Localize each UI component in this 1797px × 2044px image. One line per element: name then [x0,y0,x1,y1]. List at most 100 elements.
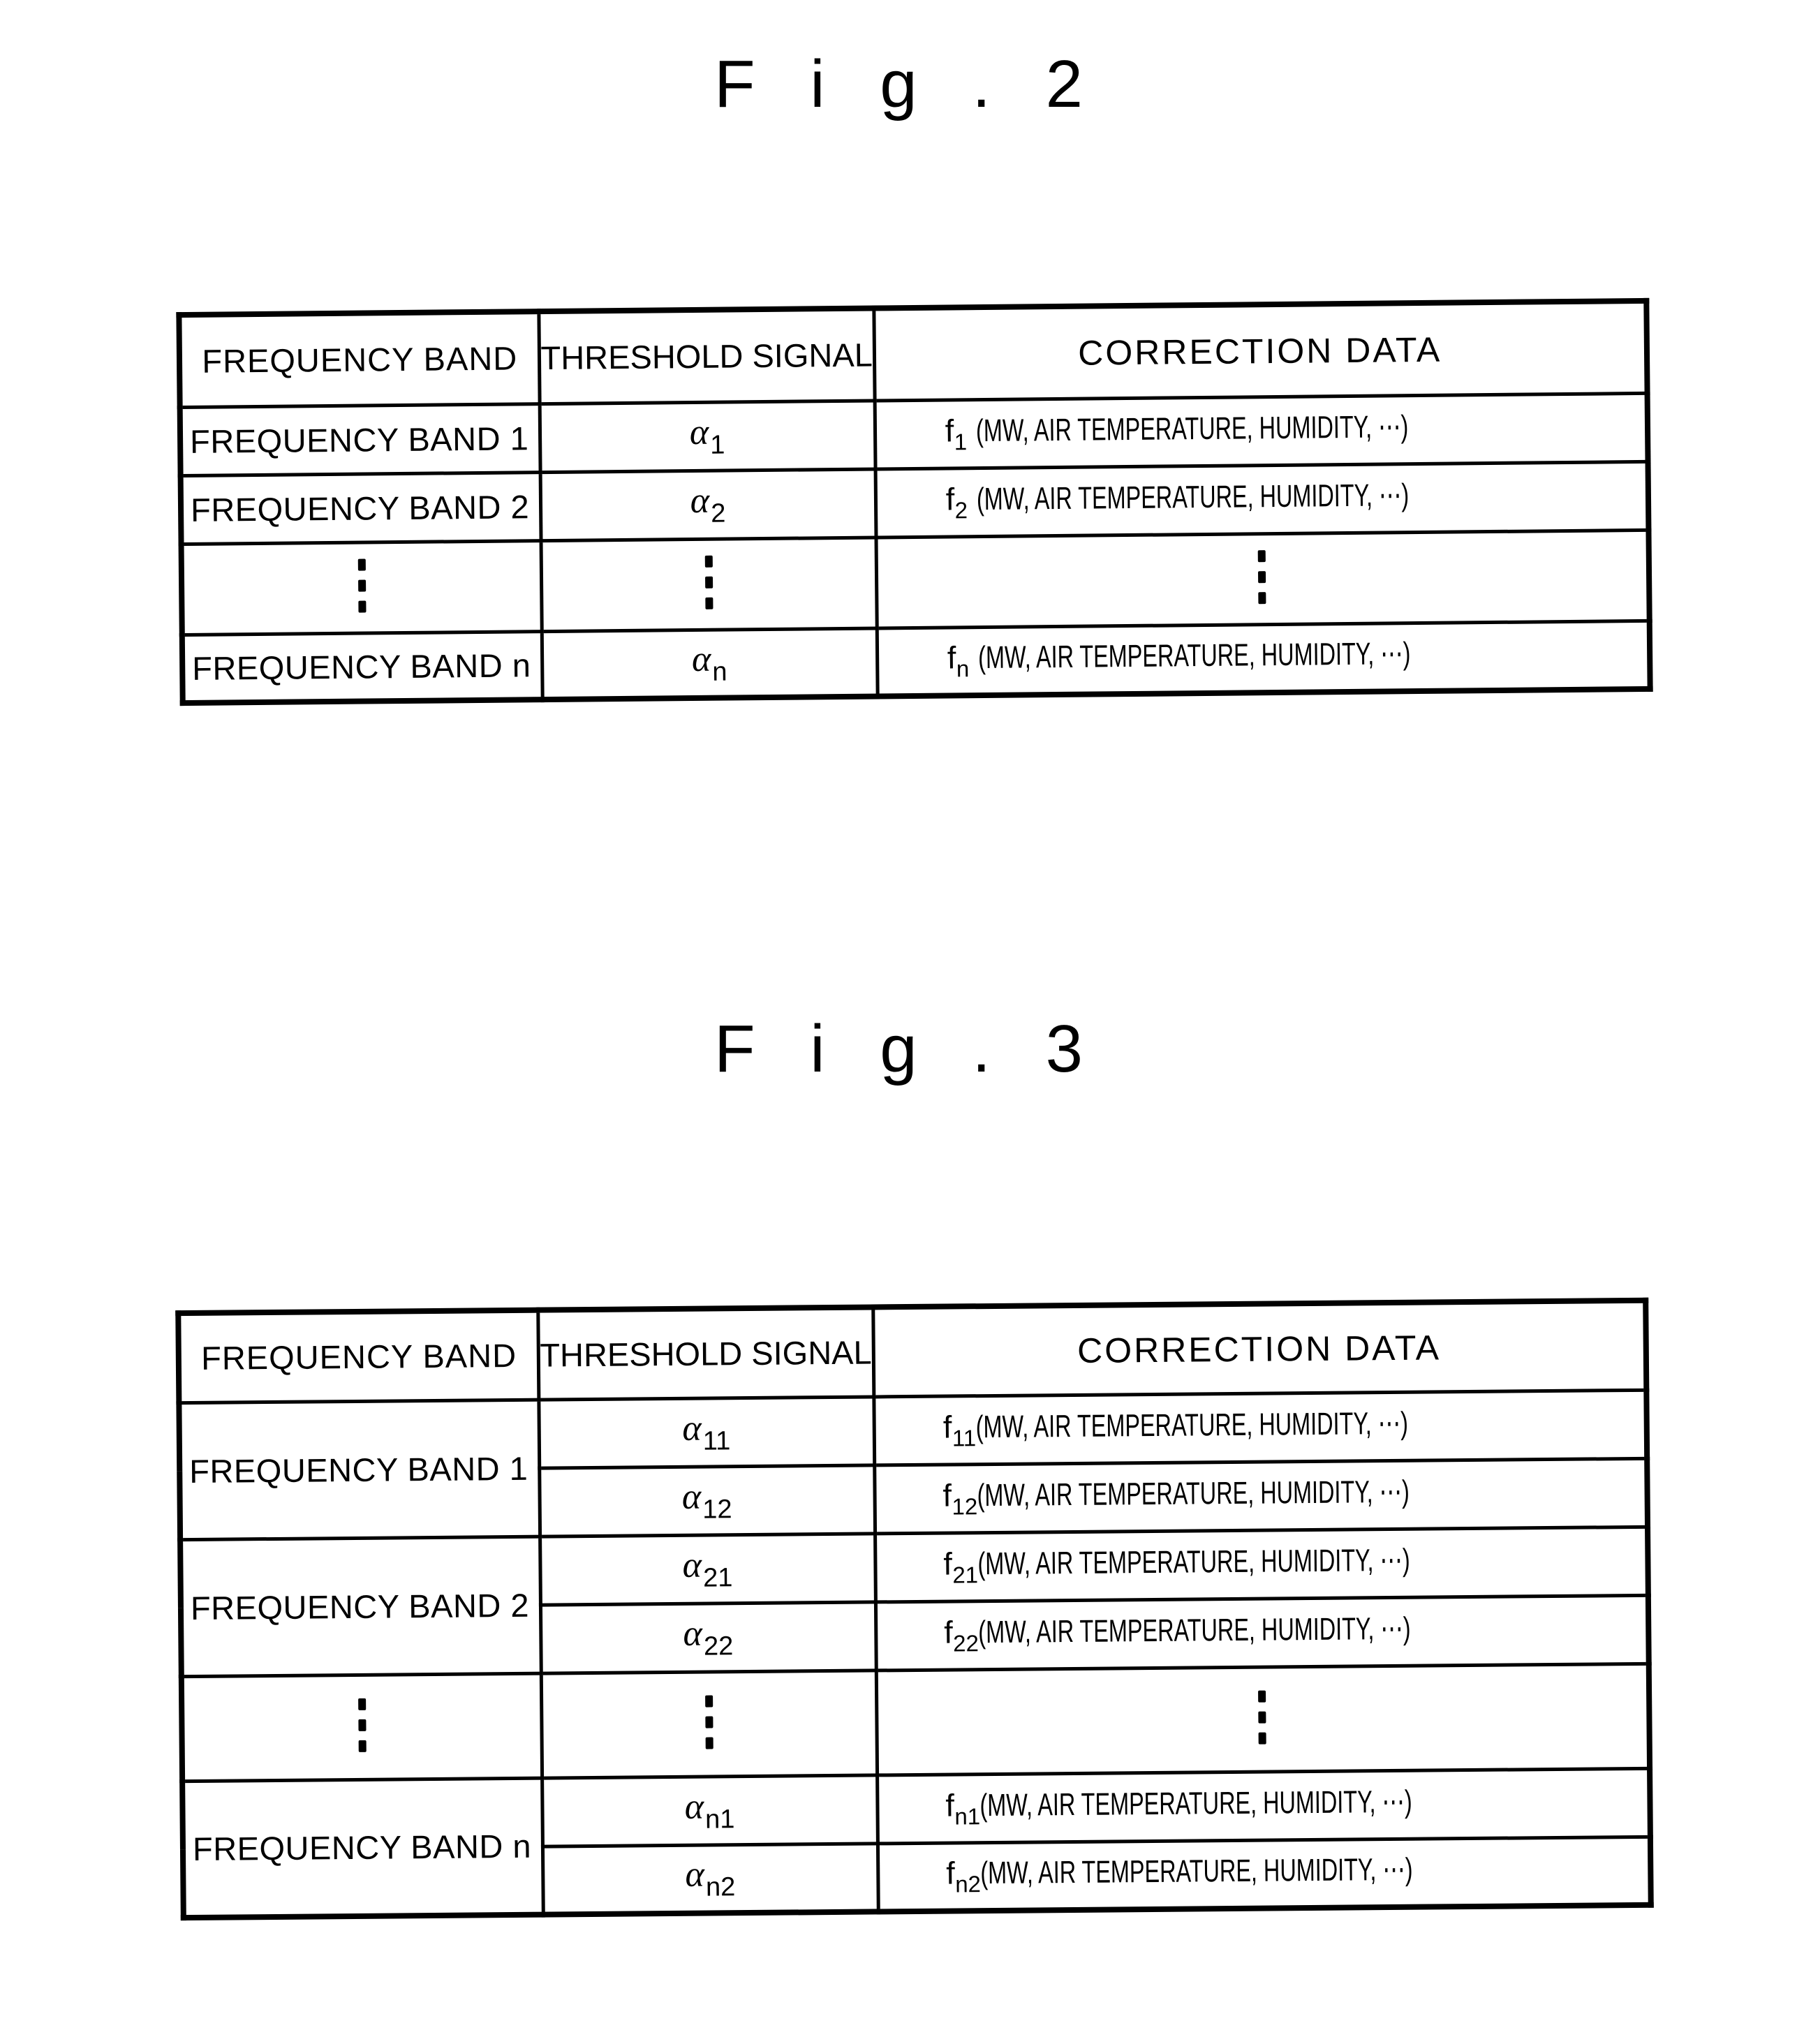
vertical-ellipsis-icon [1258,1682,1266,1754]
figure-2-table-wrapper: FREQUENCY BAND THRESHOLD SIGNAL CORRECTI… [176,297,1653,706]
cell-frequency-band: FREQUENCY BAND 1 [179,403,540,476]
frequency-band-label: FREQUENCY BAND 2 [190,1586,530,1627]
alpha-subscript: n1 [704,1805,735,1835]
correction-expression: fn2(MW, AIR TEMPERATURE, HUMIDITY, ⋯) [946,1850,1581,1897]
cell-correction-data: fn (MW, AIR TEMPERATURE, HUMIDITY, ⋯) [876,620,1650,697]
cell-threshold-signal: α2 [540,468,876,541]
column-header-label: THRESHOLD SIGNAL [540,336,873,377]
threshold-symbol: α1 [689,412,725,460]
correction-arguments: (MW, AIR TEMPERATURE, HUMIDITY, ⋯) [980,1851,1414,1891]
cell-frequency-band-merged: FREQUENCY BAND 2 [180,1536,541,1677]
cell-threshold-signal: αn [541,628,878,700]
correction-arguments: (MW, AIR TEMPERATURE, HUMIDITY, ⋯) [975,1405,1409,1445]
cell-correction-data-ellipsis [875,1663,1650,1775]
table-row: FREQUENCY BAND n αn fn (MW, AIR TEMPERAT… [182,620,1650,704]
alpha-base: α [683,1613,703,1654]
correction-arguments: (MW, AIR TEMPERATURE, HUMIDITY, ⋯) [977,635,1411,676]
function-base: f [944,1614,954,1650]
alpha-subscript: n [712,657,727,688]
column-header-label: CORRECTION DATA [1077,1328,1442,1370]
alpha-base: α [685,1854,705,1895]
correction-expression: f21(MW, AIR TEMPERATURE, HUMIDITY, ⋯) [943,1541,1578,1588]
function-base: f [947,639,956,676]
column-header-frequency-band: FREQUENCY BAND [178,1310,539,1403]
function-subscript: 12 [952,1493,978,1520]
cell-correction-data: f21(MW, AIR TEMPERATURE, HUMIDITY, ⋯) [875,1526,1648,1602]
frequency-band-label: FREQUENCY BAND n [191,646,531,687]
vertical-ellipsis-icon [704,1686,713,1758]
correction-expression: f11(MW, AIR TEMPERATURE, HUMIDITY, ⋯) [942,1404,1577,1451]
cell-threshold-signal: αn2 [542,1843,878,1915]
cell-frequency-band-ellipsis [181,1673,542,1782]
alpha-subscript: 21 [702,1563,733,1593]
function-base: f [945,413,954,449]
table-row-ellipsis [181,529,1650,635]
cell-correction-data: fn1(MW, AIR TEMPERATURE, HUMIDITY, ⋯) [877,1768,1650,1844]
cell-correction-data: f22(MW, AIR TEMPERATURE, HUMIDITY, ⋯) [875,1594,1649,1671]
function-subscript: n1 [954,1803,981,1830]
function-subscript: 22 [953,1630,979,1657]
table-header-row: FREQUENCY BAND THRESHOLD SIGNAL CORRECTI… [178,1300,1647,1403]
frequency-band-label: FREQUENCY BAND n [192,1827,532,1867]
column-header-label: CORRECTION DATA [1077,329,1442,373]
function-base: f [946,1855,956,1891]
correction-expression: f1 (MW, AIR TEMPERATURE, HUMIDITY, ⋯) [945,407,1576,454]
cell-frequency-band: FREQUENCY BAND n [182,631,542,704]
alpha-base: α [681,1476,702,1517]
function-subscript: n [956,656,970,682]
cell-correction-data: fn2(MW, AIR TEMPERATURE, HUMIDITY, ⋯) [877,1836,1651,1912]
column-header-frequency-band: FREQUENCY BAND [179,311,540,408]
correction-expression: fn (MW, AIR TEMPERATURE, HUMIDITY, ⋯) [947,634,1578,681]
function-subscript: 1 [954,429,968,455]
column-header-label: THRESHOLD SIGNAL [540,1333,872,1374]
threshold-symbol: α11 [682,1408,730,1456]
function-base: f [942,1409,952,1445]
column-header-correction-data: CORRECTION DATA [873,1300,1647,1397]
correction-arguments: (MW, AIR TEMPERATURE, HUMIDITY, ⋯) [979,1783,1413,1823]
function-subscript: n2 [955,1871,982,1897]
alpha-subscript: 12 [702,1495,732,1525]
correction-expression: f12(MW, AIR TEMPERATURE, HUMIDITY, ⋯) [942,1472,1578,1520]
correction-expression: fn1(MW, AIR TEMPERATURE, HUMIDITY, ⋯) [945,1782,1581,1830]
figure-3-title: F i g . 3 [713,1012,1102,1086]
alpha-base: α [691,639,711,680]
vertical-ellipsis-icon [357,1689,367,1761]
cell-frequency-band-merged: FREQUENCY BAND n [182,1777,543,1918]
correction-arguments: (MW, AIR TEMPERATURE, HUMIDITY, ⋯) [976,477,1410,517]
alpha-subscript: 22 [703,1631,734,1661]
cell-threshold-signal: α22 [540,1601,876,1673]
cell-threshold-signal-ellipsis [540,537,877,632]
cell-correction-data: f1 (MW, AIR TEMPERATURE, HUMIDITY, ⋯) [874,392,1648,469]
column-header-label: FREQUENCY BAND [202,339,518,380]
threshold-symbol: α21 [682,1545,732,1593]
alpha-base: α [684,1786,704,1827]
cell-correction-data: f2 (MW, AIR TEMPERATURE, HUMIDITY, ⋯) [875,461,1649,538]
alpha-subscript: 2 [711,498,726,528]
column-header-label: FREQUENCY BAND [200,1337,517,1377]
alpha-base: α [682,1408,702,1449]
correction-expression: f2 (MW, AIR TEMPERATURE, HUMIDITY, ⋯) [945,475,1576,523]
vertical-ellipsis-icon [357,550,367,622]
threshold-symbol: αn2 [685,1854,735,1902]
frequency-band-label: FREQUENCY BAND 1 [189,419,529,460]
frequency-band-label: FREQUENCY BAND 2 [190,487,530,528]
figure-2-table: FREQUENCY BAND THRESHOLD SIGNAL CORRECTI… [176,297,1653,706]
cell-threshold-signal: αn1 [542,1775,878,1846]
cell-frequency-band: FREQUENCY BAND 2 [180,472,541,545]
function-subscript: 2 [954,497,968,524]
cell-frequency-band-ellipsis [181,540,542,635]
alpha-subscript: 11 [702,1426,731,1456]
cell-threshold-signal: α1 [539,400,875,473]
cell-threshold-signal-ellipsis [540,1670,878,1778]
table-row: FREQUENCY BAND 2 α21 f21(MW, AIR TEMPERA… [180,1526,1648,1677]
alpha-base: α [689,412,709,453]
figure-2-title: F i g . 2 [713,47,1102,121]
figure-3-table-wrapper: FREQUENCY BAND THRESHOLD SIGNAL CORRECTI… [175,1297,1654,1921]
frequency-band-label: FREQUENCY BAND 1 [189,1449,528,1490]
cell-frequency-band-merged: FREQUENCY BAND 1 [179,1399,540,1540]
correction-arguments: (MW, AIR TEMPERATURE, HUMIDITY, ⋯) [977,1473,1410,1513]
function-base: f [942,1477,952,1513]
vertical-ellipsis-icon [1257,541,1266,613]
cell-correction-data-ellipsis [875,529,1650,628]
function-subscript: 11 [952,1425,977,1451]
